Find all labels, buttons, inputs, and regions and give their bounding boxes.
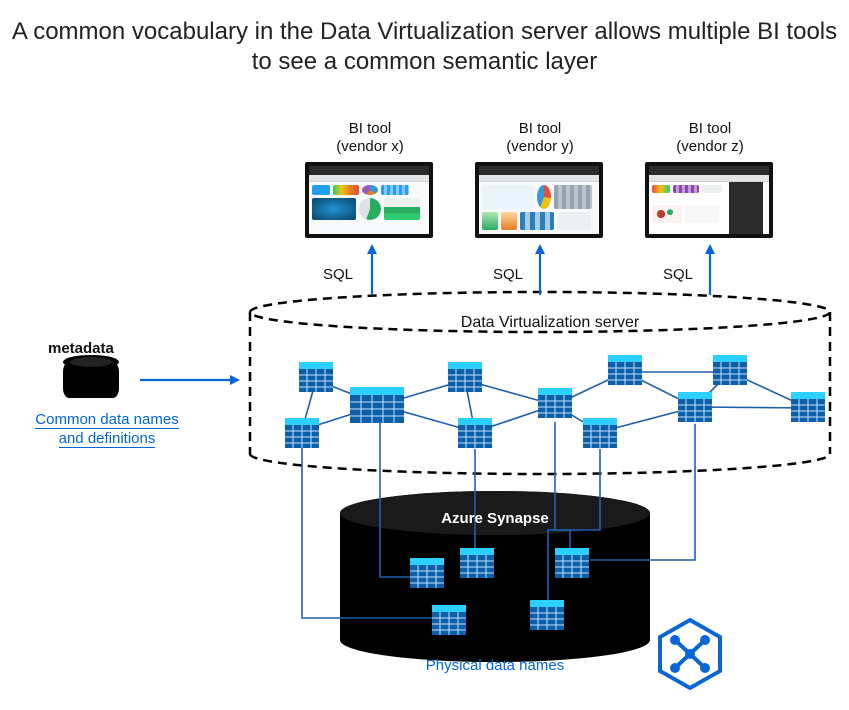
dashboard-left-panel [649,182,729,234]
dashboard-tile [384,198,420,220]
link-part-1: Common [35,411,96,429]
bi-tool-y-monitor [475,162,603,238]
bi-tool-x-line1: BI tool [349,120,392,137]
bi-tool-x-monitor [305,162,433,238]
dashboard-tile [685,205,719,223]
data-table-icon [713,355,747,385]
dashboard-tile [554,185,592,209]
data-table-icon [432,605,466,635]
bi-tool-x-line2: (vendor x) [336,138,404,155]
diagram-overlay [0,0,849,710]
dashboard-tile [362,185,378,195]
metadata-database-icon [63,362,119,398]
dashboard-tile [381,185,409,195]
diagram-canvas: A common vocabulary in the Data Virtuali… [0,0,849,710]
bi-tool-y-line1: BI tool [519,120,562,137]
dashboard-tile [482,185,534,209]
data-table-icon [299,362,333,392]
dashboard-tile [673,185,699,193]
diagram-title: A common vocabulary in the Data Virtuali… [0,17,849,77]
data-table-icon [555,548,589,578]
data-table-icon [458,418,492,448]
monitor-titlebar [649,166,769,175]
virtual-table-connectors [302,372,808,432]
bi-tool-z-label: BI tool (vendor z) [645,120,775,156]
bi-tool-y-line2: (vendor y) [506,138,574,155]
dashboard-right-panel [729,182,763,234]
bi-tool-y-label: BI tool (vendor y) [475,120,605,156]
dashboard-tile [359,198,381,220]
common-data-names-link[interactable]: Common data names and definitions [22,411,192,449]
dashboard-tile [652,205,682,223]
link-part-3: and definitions [59,430,156,448]
dashboard-tile [501,212,517,230]
data-table-icon [285,418,319,448]
dashboard-tile [537,185,551,209]
diagram-connectors-underlay [0,0,849,710]
sql-label-z: SQL [663,266,693,283]
dashboard-surface [479,182,599,233]
link-part-2: data names [96,411,179,429]
data-table-icon [678,392,712,422]
physical-data-names-label: Physical data names [385,657,605,674]
data-table-icon [583,418,617,448]
dashboard-tile [652,185,670,193]
bi-tool-z-line2: (vendor z) [676,138,744,155]
data-table-icon [608,355,642,385]
bi-tool-z-monitor [645,162,773,238]
sql-label-x: SQL [323,266,353,283]
dashboard-tile [482,212,498,230]
monitor-toolbar [649,175,769,182]
monitor-toolbar [479,175,599,182]
data-table-icon [448,362,482,392]
bi-tool-x-label: BI tool (vendor x) [305,120,435,156]
dashboard-tile [702,185,722,193]
dashboard-tile [557,212,591,230]
dashboard-tile [312,198,356,220]
dv-server-label: Data Virtualization server [420,314,680,332]
data-table-icon [538,388,572,418]
sql-label-y: SQL [493,266,523,283]
virtual-tables [285,355,825,448]
bi-tool-z-line1: BI tool [689,120,732,137]
physical-tables [410,548,589,635]
data-table-icon [791,392,825,422]
data-table-icon [410,558,444,588]
dashboard-tile [312,185,330,195]
dashboard-tile [520,212,554,230]
monitor-titlebar [309,166,429,175]
dashboard-tile [333,185,359,195]
synapse-hexagon-icon [660,620,720,688]
dashboard-surface [649,182,769,234]
dashboard-surface [309,182,429,223]
monitor-titlebar [479,166,599,175]
azure-synapse-label: Azure Synapse [395,510,595,527]
sql-arrows [372,246,710,295]
data-table-icon [460,548,494,578]
data-table-icon [350,387,404,423]
monitor-toolbar [309,175,429,182]
data-table-icon [530,600,564,630]
